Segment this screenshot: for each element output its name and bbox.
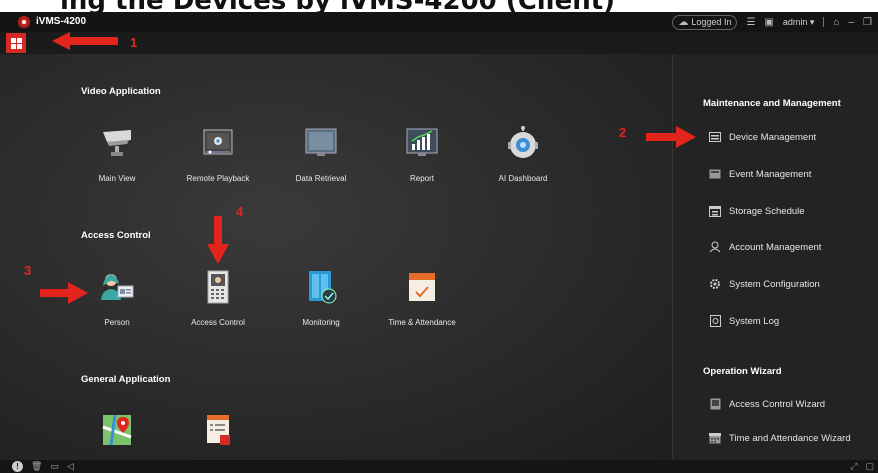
sidebar-item-label: Device Management [729, 131, 817, 143]
trash-icon[interactable]: 🗑 [31, 461, 42, 472]
titlebar-controls: ☁ Logged In ☰ ▣ admin ▾ ⌂ – ❐ [672, 14, 872, 30]
sidebar-item-label: Account Management [729, 241, 822, 253]
robot-icon [508, 126, 538, 158]
storage-icon [709, 205, 721, 217]
tile-report[interactable]: Report [377, 126, 467, 196]
callout-arrow-1 [52, 32, 118, 50]
sidebar: Maintenance and Management Device Manage… [672, 54, 878, 460]
alarm-list-icon [207, 415, 230, 445]
sidebar-title-wizard: Operation Wizard [703, 366, 782, 377]
status-bar: ! 🗑 ▭ ◁ ⤢ ▢ [0, 460, 878, 473]
image-icon[interactable]: ▣ [764, 17, 773, 28]
callout-number-4: 4 [236, 204, 244, 219]
lock-icon[interactable]: ⌂ [833, 17, 839, 28]
user-menu[interactable]: admin ▾ [783, 17, 815, 28]
gear-icon [709, 278, 721, 290]
tile-label: Report [409, 174, 434, 183]
tile-remote-playback[interactable]: Remote Playback [173, 126, 263, 196]
device-icon [709, 131, 721, 143]
sidebar-item-access-control-wizard[interactable]: Access Control Wizard [709, 395, 877, 413]
sidebar-item-label: Storage Schedule [729, 205, 805, 217]
playback-icon [203, 129, 233, 155]
map-icon [102, 414, 132, 446]
minimize-icon[interactable]: – [848, 17, 854, 28]
sidebar-item-label: Time and Attendance Wizard [729, 432, 851, 444]
sidebar-item-label: Access Control Wizard [729, 398, 826, 410]
resize-icon[interactable]: ⤢ [850, 461, 857, 472]
calendar-icon [409, 273, 435, 301]
app-logo-icon [18, 16, 30, 28]
calendar-small-icon [709, 432, 721, 444]
alert-icon[interactable]: ! [12, 461, 23, 472]
access-terminal-icon [207, 270, 229, 304]
tile-main-view[interactable]: Main View [72, 126, 162, 196]
tile-access-control[interactable]: Access Control [173, 270, 263, 340]
log-icon [709, 315, 721, 327]
tile-label: Main View [98, 174, 136, 183]
section-title-access-control: Access Control [81, 230, 151, 241]
tile-person[interactable]: Person [72, 270, 162, 340]
user-icon [709, 241, 721, 253]
report-chart-icon [406, 128, 438, 156]
callout-number-3: 3 [24, 263, 32, 278]
sidebar-item-storage-schedule[interactable]: Storage Schedule [709, 202, 877, 220]
tile-label: Monitoring [302, 318, 340, 327]
sound-icon[interactable]: ◁ [67, 461, 74, 472]
section-title-general: General Application [81, 374, 171, 385]
window-icon[interactable]: ▢ [865, 461, 874, 472]
status-right: ⤢ ▢ [850, 461, 874, 472]
status-left: ! 🗑 ▭ ◁ [12, 461, 74, 472]
tile-time-attendance[interactable]: Time & Attendance [377, 270, 467, 340]
sidebar-item-label: System Log [729, 315, 780, 327]
logged-in-badge[interactable]: ☁ Logged In [672, 14, 738, 30]
sidebar-item-device-management[interactable]: Device Management [709, 128, 877, 146]
sidebar-title-maintenance: Maintenance and Management [703, 98, 841, 109]
module-panel: Video Application Main View Remote Playb… [0, 54, 672, 460]
callout-arrow-4 [207, 216, 229, 264]
tile-label: Person [104, 318, 130, 327]
cloud-icon: ☁ [678, 16, 689, 28]
home-menu-button[interactable] [6, 33, 26, 53]
sidebar-item-label: Event Management [729, 168, 812, 180]
divider [823, 17, 825, 27]
maximize-icon[interactable]: ❐ [863, 17, 872, 28]
event-icon [709, 168, 721, 180]
sidebar-item-attendance-wizard[interactable]: Time and Attendance Wizard [709, 429, 877, 447]
logged-in-label: Logged In [691, 17, 732, 27]
task-list-icon[interactable]: ☰ [746, 17, 755, 28]
tile-monitoring[interactable]: Monitoring [276, 270, 366, 340]
callout-number-1: 1 [130, 35, 138, 50]
sidebar-item-label: System Configuration [729, 278, 820, 290]
sidebar-item-account-management[interactable]: Account Management [709, 238, 877, 256]
tile-label: Access Control [191, 318, 245, 327]
tile-ai-dashboard[interactable]: AI Dashboard [478, 126, 568, 196]
user-name: admin [782, 16, 808, 27]
document-heading: ing the Devices by iVMS-4200 (Client) [60, 0, 615, 12]
sidebar-item-system-log[interactable]: System Log [709, 312, 877, 330]
tile-label: Data Retrieval [295, 174, 347, 183]
screen-icon[interactable]: ▭ [50, 461, 59, 472]
callout-arrow-3 [40, 282, 88, 304]
monitor-icon [305, 128, 337, 156]
section-title-video: Video Application [81, 86, 161, 97]
person-card-icon [101, 274, 134, 300]
sidebar-item-system-configuration[interactable]: System Configuration [709, 275, 877, 293]
sidebar-item-event-management[interactable]: Event Management [709, 165, 877, 183]
document-heading-strip: ing the Devices by iVMS-4200 (Client) [0, 0, 878, 12]
tile-data-retrieval[interactable]: Data Retrieval [276, 126, 366, 196]
camera-icon [103, 130, 131, 156]
tile-label: Remote Playback [186, 174, 250, 183]
app-title: iVMS-4200 [36, 16, 87, 27]
wizard-icon [709, 398, 721, 410]
title-bar: iVMS-4200 ☁ Logged In ☰ ▣ admin ▾ ⌂ – ❐ [0, 12, 878, 32]
callout-number-2: 2 [619, 125, 627, 140]
tile-label: AI Dashboard [498, 174, 548, 183]
tile-label: Time & Attendance [388, 318, 456, 327]
door-monitoring-icon [309, 271, 337, 304]
callout-arrow-2 [646, 126, 696, 148]
